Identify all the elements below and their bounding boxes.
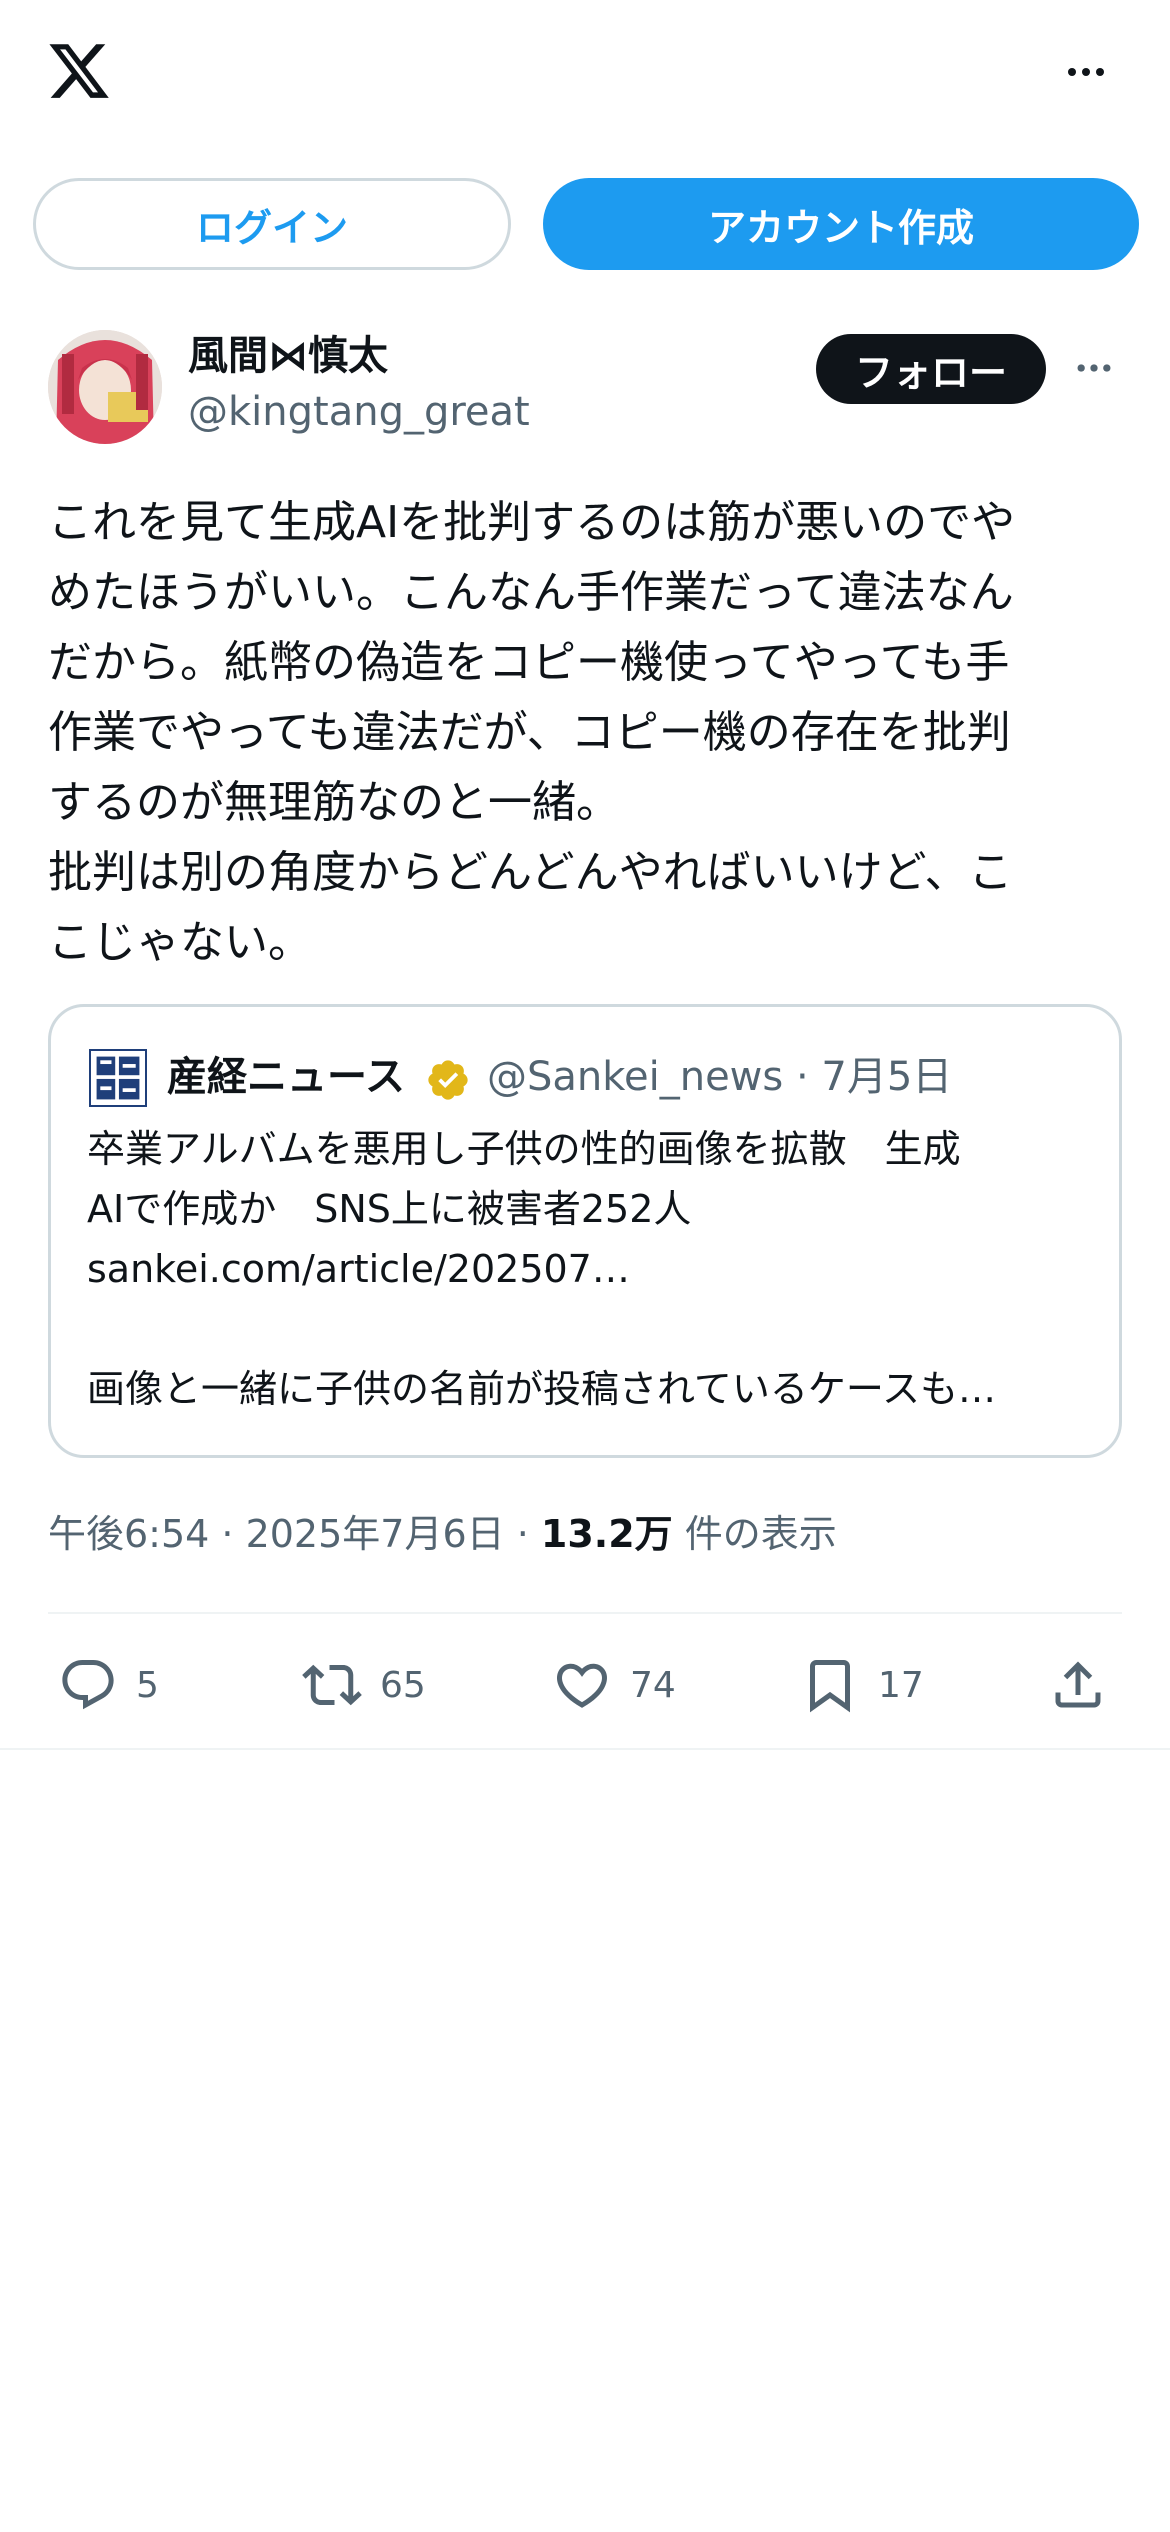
bookmark-button[interactable]: 17 (800, 1640, 924, 1730)
tweet-more-icon[interactable] (1066, 346, 1122, 390)
bookmark-icon (810, 1660, 850, 1713)
retweet-icon (302, 1664, 362, 1706)
divider (48, 1612, 1122, 1614)
quote-meta: @Sankei_news · 7月5日 (487, 1054, 953, 1100)
more-horizontal-icon[interactable] (1058, 50, 1114, 94)
quote-author-name[interactable]: 産経ニュース (167, 1047, 405, 1107)
follow-button[interactable]: フォロー (816, 334, 1046, 404)
view-label: 件の表示 (672, 1512, 837, 1556)
auth-buttons: ログイン アカウント作成 (33, 178, 1139, 272)
quoted-tweet[interactable]: 産経ニュース @Sankei_news · 7月5日 卒業アルバムを悪用し子供の… (48, 1004, 1122, 1458)
quote-text: 卒業アルバムを悪用し子供の性的画像を拡散 生成 AIで作成か SNS上に被害者2… (87, 1127, 996, 1411)
tweet-actions: 5 65 74 17 (48, 1640, 1122, 1730)
like-button[interactable]: 74 (552, 1640, 676, 1730)
reply-icon (62, 1660, 114, 1710)
view-count: 13.2万 (540, 1512, 673, 1556)
login-button[interactable]: ログイン (33, 178, 511, 270)
tweet-timestamp[interactable]: 午後6:54 · 2025年7月6日 · (48, 1512, 541, 1556)
reply-button[interactable]: 5 (58, 1640, 159, 1730)
author-handle[interactable]: @kingtang_great (188, 386, 530, 438)
retweet-count: 65 (380, 1664, 426, 1706)
tweet-meta: 午後6:54 · 2025年7月6日 · 13.2万 件の表示 (48, 1504, 837, 1564)
reply-count: 5 (136, 1664, 159, 1706)
bookmark-count: 17 (878, 1664, 924, 1706)
share-button[interactable] (1048, 1640, 1126, 1730)
tweet-text: これを見て生成AIを批判するのは筋が悪いのでや めたほうがいい。こんなん手作業だ… (48, 497, 1016, 968)
tweet-author: 風間⋈慎太 @kingtang_great フォロー (48, 330, 1128, 450)
sankei-logo-icon (89, 1049, 147, 1107)
signup-button[interactable]: アカウント作成 (543, 178, 1139, 270)
verified-badge-icon (425, 1057, 471, 1103)
author-display-name[interactable]: 風間⋈慎太 (188, 330, 388, 382)
share-icon (1055, 1661, 1101, 1708)
avatar[interactable] (48, 330, 162, 444)
divider (0, 1748, 1170, 1750)
heart-icon (556, 1663, 608, 1708)
x-logo-icon[interactable] (44, 38, 114, 104)
retweet-button[interactable]: 65 (302, 1640, 426, 1730)
top-bar (0, 0, 1170, 150)
like-count: 74 (630, 1664, 676, 1706)
